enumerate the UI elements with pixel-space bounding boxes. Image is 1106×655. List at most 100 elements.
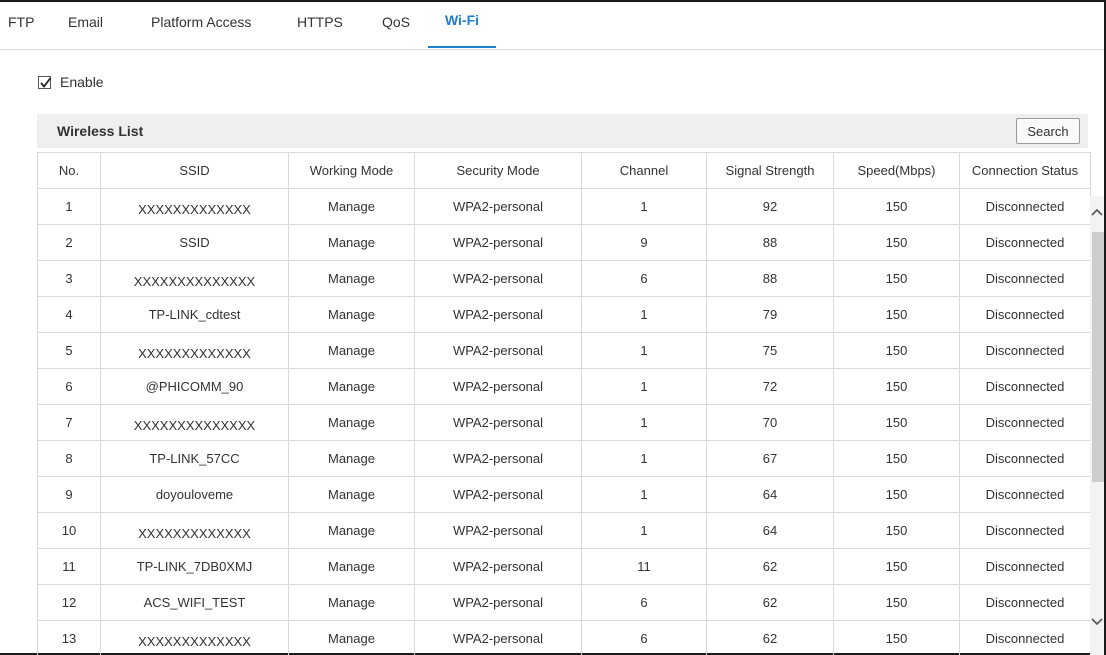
cell-connection-status: Disconnected xyxy=(959,512,1091,549)
enable-checkbox[interactable] xyxy=(38,75,52,89)
cell-working-mode: Manage xyxy=(288,224,415,261)
cell-security-mode: WPA2-personal xyxy=(414,224,582,261)
cell-working-mode: Manage xyxy=(288,512,415,549)
column-header-working-mode: Working Mode xyxy=(288,152,415,189)
cell-ssid: TP-LINK_57CC xyxy=(100,440,289,477)
cell-connection-status: Disconnected xyxy=(959,620,1091,655)
cell-speed: 150 xyxy=(833,440,960,477)
tab-platform-access[interactable]: Platform Access xyxy=(151,14,251,30)
cell-working-mode: Manage xyxy=(288,404,415,441)
cell-security-mode: WPA2-personal xyxy=(414,296,582,333)
cell-signal-strength: 72 xyxy=(706,368,834,405)
table-row[interactable]: 8 TP-LINK_57CC Manage WPA2-personal 1 67 150 Di… xyxy=(37,440,1091,477)
table-row[interactable]: 5 XXXXXXXXXXXXX Manage WPA2-personal 1 75 150 D… xyxy=(37,332,1091,369)
cell-signal-strength: 92 xyxy=(706,188,834,225)
table-row[interactable]: 2 SSID Manage WPA2-personal 9 88 150 Disconnect… xyxy=(37,224,1091,261)
cell-connection-status: Disconnected xyxy=(959,548,1091,585)
cell-channel: 1 xyxy=(581,404,707,441)
cell-speed: 150 xyxy=(833,548,960,585)
cell-no: 9 xyxy=(37,476,101,513)
table-scrollbar[interactable] xyxy=(1090,196,1104,655)
table-row[interactable]: 7 XXXXXXXXXXXXXX Manage WPA2-personal 1 70 150… xyxy=(37,404,1091,441)
ssid-text: TP-LINK_57CC xyxy=(149,451,240,466)
cell-channel: 1 xyxy=(581,332,707,369)
cell-no: 5 xyxy=(37,332,101,369)
cell-no: 1 xyxy=(37,188,101,225)
cell-ssid: XXXXXXXXXXXXX xyxy=(100,188,289,225)
cell-ssid: XXXXXXXXXXXXXX xyxy=(100,404,289,441)
table-row[interactable]: 6 @PHICOMM_90 Manage WPA2-personal 1 72 150 Dis… xyxy=(37,368,1091,405)
table-header-row: No. SSID Working Mode Security Mode Chan… xyxy=(37,152,1091,189)
cell-connection-status: Disconnected xyxy=(959,188,1091,225)
cell-speed: 150 xyxy=(833,404,960,441)
cell-connection-status: Disconnected xyxy=(959,224,1091,261)
cell-speed: 150 xyxy=(833,188,960,225)
table-row[interactable]: 13 XXXXXXXXXXXXX Manage WPA2-personal 6 62 150… xyxy=(37,620,1091,655)
chevron-up-icon[interactable] xyxy=(1090,202,1104,222)
column-header-no: No. xyxy=(37,152,101,189)
ssid-text: doyouloveme xyxy=(155,487,234,502)
cell-channel: 1 xyxy=(581,188,707,225)
tab-wifi[interactable]: Wi-Fi xyxy=(428,12,496,48)
ssid-text: XXXXXXXXXXXXXX xyxy=(133,418,256,433)
cell-working-mode: Manage xyxy=(288,188,415,225)
tab-email[interactable]: Email xyxy=(68,14,103,30)
cell-ssid: XXXXXXXXXXXXXX xyxy=(100,260,289,297)
cell-connection-status: Disconnected xyxy=(959,440,1091,477)
cell-security-mode: WPA2-personal xyxy=(414,404,582,441)
cell-ssid: ACS_WIFI_TEST xyxy=(100,584,289,621)
column-header-security-mode: Security Mode xyxy=(414,152,582,189)
search-button[interactable]: Search xyxy=(1016,118,1080,144)
cell-working-mode: Manage xyxy=(288,368,415,405)
cell-security-mode: WPA2-personal xyxy=(414,620,582,655)
cell-no: 7 xyxy=(37,404,101,441)
cell-working-mode: Manage xyxy=(288,548,415,585)
column-header-ssid: SSID xyxy=(100,152,289,189)
enable-label: Enable xyxy=(60,74,104,90)
cell-speed: 150 xyxy=(833,584,960,621)
column-header-speed: Speed(Mbps) xyxy=(833,152,960,189)
tab-https[interactable]: HTTPS xyxy=(297,14,343,30)
tab-ftp[interactable]: FTP xyxy=(8,14,34,30)
cell-ssid: XXXXXXXXXXXXX xyxy=(100,620,289,655)
cell-security-mode: WPA2-personal xyxy=(414,332,582,369)
ssid-text: XXXXXXXXXXXXX xyxy=(138,526,251,541)
table-row[interactable]: 10 XXXXXXXXXXXXX Manage WPA2-personal 1 64 150… xyxy=(37,512,1091,549)
cell-speed: 150 xyxy=(833,296,960,333)
chevron-down-icon[interactable] xyxy=(1090,612,1104,632)
cell-speed: 150 xyxy=(833,368,960,405)
cell-signal-strength: 88 xyxy=(706,224,834,261)
table-row[interactable]: 11 TP-LINK_7DB0XMJ Manage WPA2-personal 11 62… xyxy=(37,548,1091,585)
cell-ssid: TP-LINK_cdtest xyxy=(100,296,289,333)
ssid-text: XXXXXXXXXXXXX xyxy=(138,346,251,361)
table-row[interactable]: 12 ACS_WIFI_TEST Manage WPA2-personal 6 62 150… xyxy=(37,584,1091,621)
cell-no: 3 xyxy=(37,260,101,297)
cell-ssid: @PHICOMM_90 xyxy=(100,368,289,405)
cell-channel: 11 xyxy=(581,548,707,585)
table-row[interactable]: 1 XXXXXXXXXXXXX Manage WPA2-personal 1 92 150 D… xyxy=(37,188,1091,225)
ssid-text: ACS_WIFI_TEST xyxy=(143,595,246,610)
cell-connection-status: Disconnected xyxy=(959,476,1091,513)
cell-security-mode: WPA2-personal xyxy=(414,260,582,297)
tab-qos[interactable]: QoS xyxy=(382,14,410,30)
cell-no: 4 xyxy=(37,296,101,333)
scrollbar-thumb[interactable] xyxy=(1092,232,1104,482)
cell-speed: 150 xyxy=(833,476,960,513)
table-row[interactable]: 9 doyouloveme Manage WPA2-personal 1 64 150 Dis… xyxy=(37,476,1091,513)
enable-option: Enable xyxy=(38,74,104,90)
cell-channel: 1 xyxy=(581,440,707,477)
cell-connection-status: Disconnected xyxy=(959,332,1091,369)
cell-speed: 150 xyxy=(833,224,960,261)
table-row[interactable]: 3 XXXXXXXXXXXXXX Manage WPA2-personal 6 88 150… xyxy=(37,260,1091,297)
ssid-text: @PHICOMM_90 xyxy=(145,379,244,394)
cell-connection-status: Disconnected xyxy=(959,260,1091,297)
cell-working-mode: Manage xyxy=(288,584,415,621)
cell-channel: 1 xyxy=(581,296,707,333)
cell-signal-strength: 64 xyxy=(706,476,834,513)
cell-working-mode: Manage xyxy=(288,260,415,297)
cell-working-mode: Manage xyxy=(288,440,415,477)
cell-signal-strength: 62 xyxy=(706,584,834,621)
cell-no: 11 xyxy=(37,548,101,585)
cell-working-mode: Manage xyxy=(288,620,415,655)
table-row[interactable]: 4 TP-LINK_cdtest Manage WPA2-personal 1 79 150… xyxy=(37,296,1091,333)
